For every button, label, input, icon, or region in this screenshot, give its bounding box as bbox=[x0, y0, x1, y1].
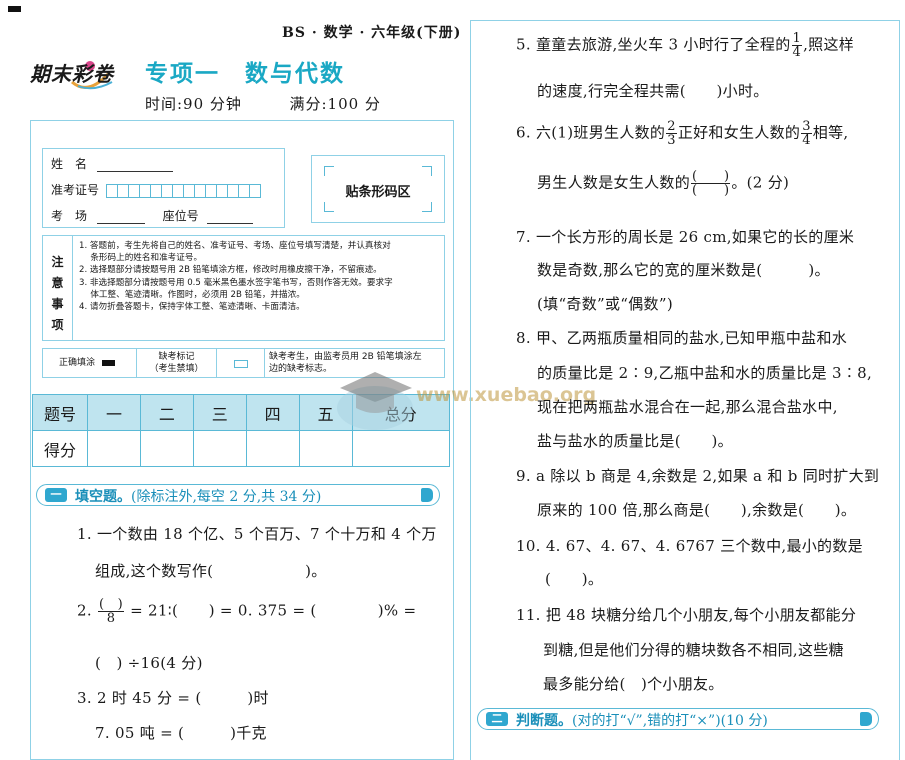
question-1-line-2: 组成,这个数写作( )。 bbox=[95, 562, 327, 580]
note-item: 2. 选择题部分请按题号用 2B 铅笔填涂方框，修改时用橡皮擦干净，不留痕迹。 bbox=[79, 265, 382, 276]
question-8-line-2: 的质量比是 2∶9,乙瓶中盐和水的质量比是 3∶8, bbox=[537, 364, 873, 382]
score-cell[interactable] bbox=[87, 430, 141, 467]
question-6-answer-fraction: ( )( ) bbox=[691, 169, 731, 198]
notes-box: 注意事项 1. 答题前，考生先将自己的姓名、准考证号、考场、座位号填写清楚，并认… bbox=[42, 235, 445, 341]
question-9-line-2: 原来的 100 倍,那么商是( ),余数是( )。 bbox=[537, 501, 857, 519]
banner-end-icon bbox=[860, 712, 872, 726]
empty-mark-icon bbox=[234, 360, 248, 368]
section-1-heading: 填空题。(除标注外,每空 2 分,共 34 分) bbox=[75, 489, 322, 505]
question-8-line-1: 8. 甲、乙两瓶质量相同的盐水,已知甲瓶中盐和水 bbox=[516, 329, 848, 347]
question-7-line-3: (填“奇数”或“偶数”) bbox=[537, 295, 673, 313]
venue-row: 考 场 座位号 bbox=[51, 207, 253, 224]
score-cell[interactable] bbox=[139, 430, 194, 467]
question-7-line-2: 数是奇数,那么它的宽的厘米数是( )。 bbox=[537, 261, 830, 279]
question-2-line-1: 2. ( ) 8 = 21∶( ) = 0. 375 = ( )% = bbox=[77, 597, 417, 626]
question-5-line-1: 5. 童童去旅游,坐火车 3 小时行了全程的 1 4 ,照这样 bbox=[516, 31, 855, 60]
notes-list: 1. 答题前，考生先将自己的姓名、准考证号、考场、座位号填写清楚，并认真核对 条… bbox=[79, 240, 440, 313]
question-10-line-1: 10. 4. 67、4. 67、4. 6767 三个数中,最小的数是 bbox=[516, 537, 863, 555]
ticket-label: 准考证号 bbox=[51, 183, 100, 197]
question-6-line-2: 男生人数是女生人数的( )( ) 。(2 分) bbox=[537, 169, 790, 198]
logo-text: 期末彩卷 bbox=[30, 62, 114, 86]
score-cell[interactable] bbox=[245, 430, 300, 467]
absent-mark-label: 缺考标记 （考生禁填） bbox=[137, 349, 217, 377]
question-7-line-1: 7. 一个长方形的周长是 26 cm,如果它的长的厘米 bbox=[516, 228, 855, 246]
score-label: 满分:100 分 bbox=[289, 95, 381, 113]
question-6-line-1: 6. 六(1)班男生人数的 2 3 正好和女生人数的 3 4 相等, bbox=[516, 119, 849, 148]
correct-fill-example: 正确填涂 bbox=[43, 349, 137, 377]
note-item: 体工整、笔迹清晰。作图时，必须用 2B 铅笔，并描浓。 bbox=[79, 289, 305, 300]
question-10-line-2: ( )。 bbox=[545, 570, 604, 588]
page-title: 专项一 数与代数 bbox=[145, 61, 345, 87]
name-label: 姓 名 bbox=[51, 157, 88, 171]
question-6-fraction-a: 23 bbox=[666, 119, 677, 148]
question-8-line-4: 盐与盐水的质量比是( )。 bbox=[537, 432, 733, 450]
question-6-fraction-b: 34 bbox=[801, 119, 812, 148]
seat-label: 座位号 bbox=[162, 209, 199, 223]
question-2-line-2: ( ) ÷16(4 分) bbox=[95, 654, 203, 672]
notes-heading: 注意事项 bbox=[43, 236, 73, 340]
question-8-line-3: 现在把两瓶盐水混合在一起,那么混合盐水中, bbox=[537, 398, 838, 416]
name-row: 姓 名 bbox=[51, 155, 173, 172]
note-item: 条形码上的姓名和准考证号。 bbox=[79, 253, 203, 264]
question-1-line-1: 1. 一个数由 18 个亿、5 个百万、7 个十万和 4 个万 bbox=[77, 525, 437, 543]
note-item: 3. 非选择题部分请按题号用 0.5 毫米黑色墨水签字笔书写，否则作答无效。要求… bbox=[79, 277, 393, 288]
venue-field[interactable] bbox=[96, 211, 145, 224]
question-11-line-2: 到糖,但是他们分得的糖块数各不相同,这些糖 bbox=[543, 641, 844, 659]
question-9-line-1: 9. a 除以 b 商是 4,余数是 2,如果 a 和 b 同时扩大到 bbox=[516, 467, 880, 485]
graduation-cap-icon bbox=[337, 372, 413, 430]
venue-label: 考 场 bbox=[51, 209, 88, 223]
book-header: BS · 数学 · 六年级(下册) bbox=[282, 25, 462, 41]
question-3-line-2: 7. 05 吨 = ( )千克 bbox=[95, 724, 267, 742]
question-11-line-1: 11. 把 48 块糖分给几个小朋友,每个小朋友都能分 bbox=[516, 606, 857, 624]
question-5-fraction: 14 bbox=[791, 31, 803, 60]
note-item: 4. 请勿折叠答题卡，保持字体工整、笔迹清晰、卡面清洁。 bbox=[79, 302, 305, 313]
question-5-line-2: 的速度,行完全程共需( )小时。 bbox=[537, 82, 769, 100]
section-2-banner: 二 判断题。(对的打“√”,错的打“×”)(10 分) bbox=[477, 708, 879, 730]
student-info-box: 姓 名 准考证号 考 场 座位号 bbox=[42, 148, 285, 228]
absent-mark-box[interactable] bbox=[217, 349, 265, 377]
seat-field[interactable] bbox=[206, 211, 253, 224]
ticket-row: 准考证号 bbox=[51, 181, 261, 198]
name-field[interactable] bbox=[96, 159, 173, 172]
barcode-label: 贴条形码区 bbox=[345, 185, 411, 200]
watermark: www.xuebao.org bbox=[330, 360, 596, 440]
note-item: 1. 答题前，考生先将自己的姓名、准考证号、考场、座位号填写清楚，并认真核对 bbox=[79, 241, 391, 251]
score-cell[interactable] bbox=[192, 430, 247, 467]
corner-marker bbox=[8, 6, 21, 12]
question-3-line-1: 3. 2 时 45 分 = ( )时 bbox=[77, 689, 269, 707]
exam-time-score: 时间:90 分钟 满分:100 分 bbox=[145, 93, 381, 114]
section-2-heading: 判断题。(对的打“√”,错的打“×”)(10 分) bbox=[516, 713, 768, 729]
section-2-number: 二 bbox=[486, 712, 508, 726]
barcode-area: 贴条形码区 bbox=[311, 155, 445, 223]
time-label: 时间:90 分钟 bbox=[145, 95, 242, 113]
banner-end-icon bbox=[421, 488, 433, 502]
section-1-number: 一 bbox=[45, 488, 67, 502]
question-2-fraction: ( ) 8 bbox=[98, 597, 125, 626]
section-1-banner: 一 填空题。(除标注外,每空 2 分,共 34 分) bbox=[36, 484, 440, 506]
question-11-line-3: 最多能分给( )个小朋友。 bbox=[543, 675, 724, 693]
filled-mark-icon bbox=[101, 359, 115, 366]
ticket-number-boxes[interactable] bbox=[105, 183, 261, 198]
